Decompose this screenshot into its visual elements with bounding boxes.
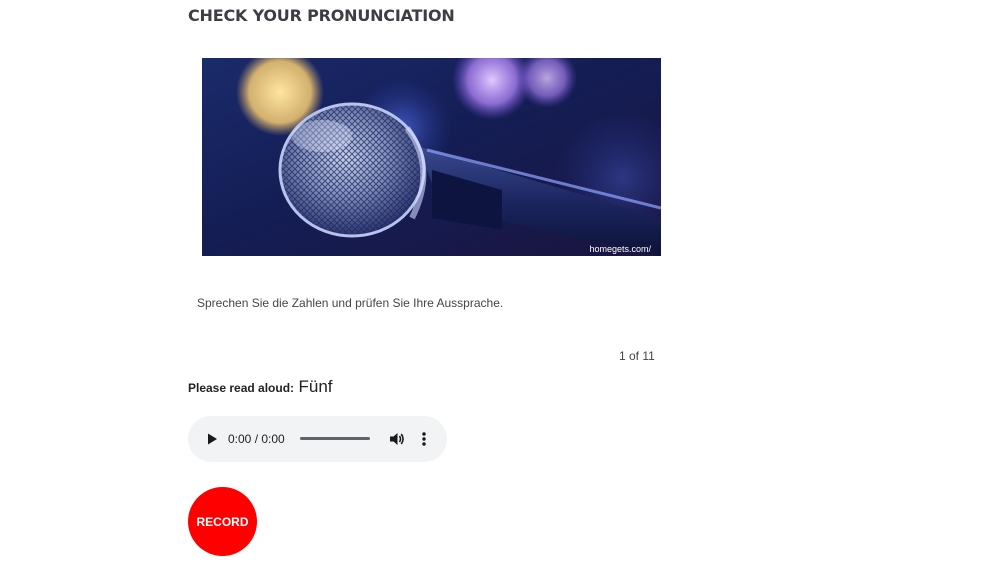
- read-aloud-prompt: Please read aloud: Fünf: [188, 377, 333, 397]
- audio-time: 0:00 / 0:00: [228, 432, 285, 446]
- audio-progress-slider[interactable]: [300, 437, 370, 441]
- record-button[interactable]: RECORD: [188, 487, 257, 556]
- prompt-label: Please read aloud:: [188, 381, 295, 395]
- volume-icon[interactable]: [388, 430, 406, 448]
- audio-player[interactable]: 0:00 / 0:00: [188, 416, 447, 462]
- prompt-word: Fünf: [298, 377, 333, 396]
- image-credit: homegets.com/: [589, 244, 651, 254]
- progress-track: [300, 437, 370, 440]
- microphone-image: homegets.com/: [202, 58, 661, 256]
- instruction-text: Sprechen Sie die Zahlen und prüfen Sie I…: [197, 296, 504, 310]
- page-title: CHECK YOUR PRONUNCIATION: [188, 6, 455, 25]
- more-vertical-icon[interactable]: [419, 430, 429, 448]
- item-counter: 1 of 11: [619, 349, 655, 363]
- play-icon[interactable]: [204, 431, 220, 447]
